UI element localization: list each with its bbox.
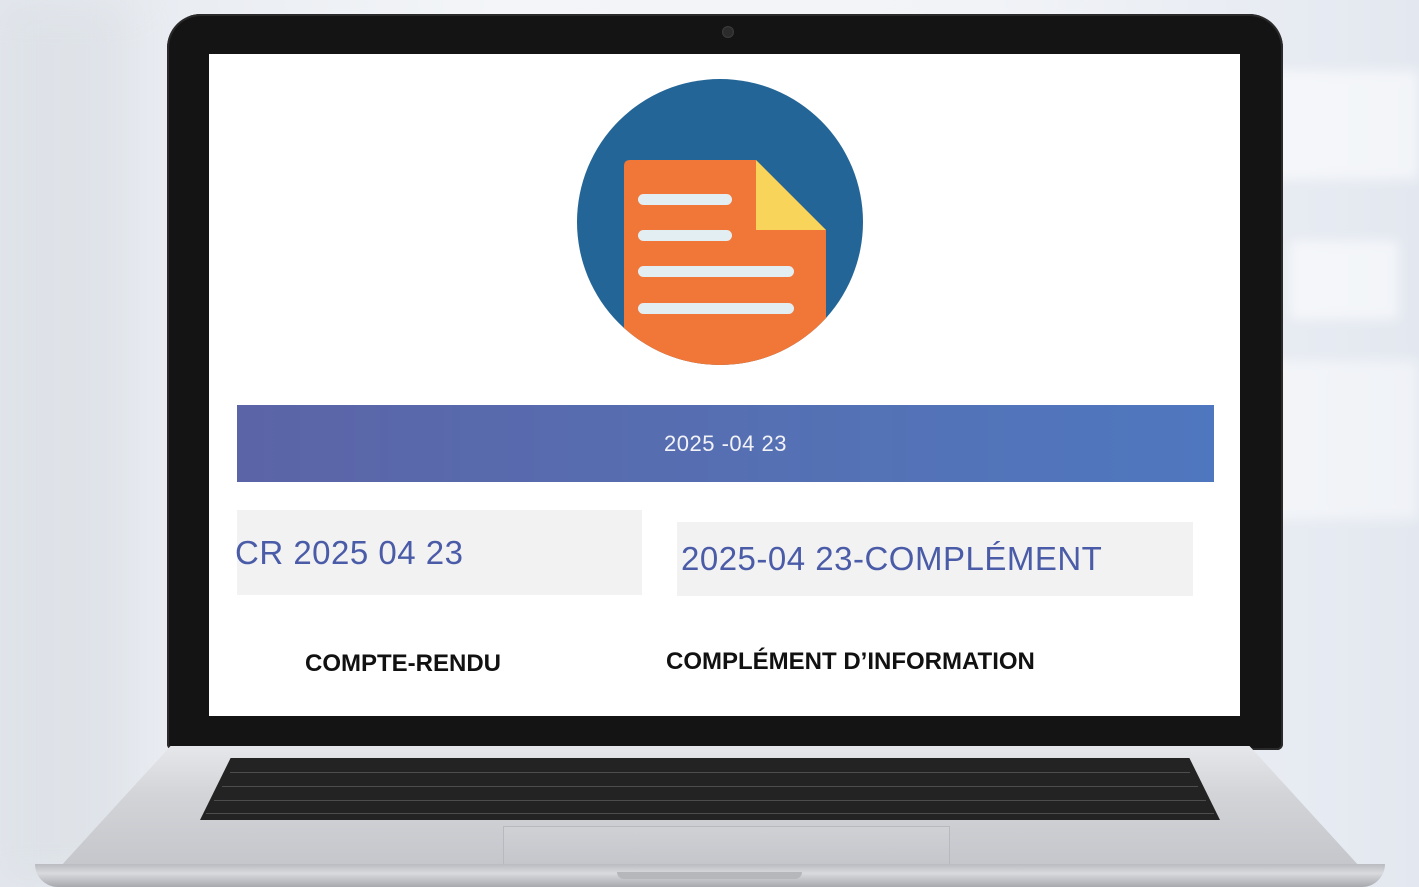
date-banner-label: 2025 -04 23 — [664, 430, 787, 456]
file-name: 2025-04 23-COMPLÉMENT — [681, 540, 1103, 577]
laptop-lid: 2025 -04 23 CR 2025 04 23 2025-04 23-COM… — [167, 14, 1283, 750]
background-blur-shape — [1269, 70, 1419, 180]
keyboard — [200, 758, 1220, 820]
document-icon — [577, 79, 863, 365]
file-name: CR 2025 04 23 — [235, 533, 464, 571]
trackpad — [503, 826, 950, 868]
file-complement[interactable]: 2025-04 23-COMPLÉMENT — [677, 522, 1193, 596]
background-blur-left — [0, 0, 130, 887]
background-blur-shape — [1269, 360, 1419, 520]
laptop-screen: 2025 -04 23 CR 2025 04 23 2025-04 23-COM… — [209, 54, 1240, 716]
file-compte-rendu[interactable]: CR 2025 04 23 — [235, 510, 642, 595]
laptop-notch — [617, 872, 802, 879]
background-blur-shape — [1289, 240, 1399, 320]
date-banner: 2025 -04 23 — [237, 405, 1214, 482]
webcam-icon — [722, 26, 734, 38]
caption-complement: COMPLÉMENT D’INFORMATION — [666, 648, 1035, 675]
caption-compte-rendu: COMPTE-RENDU — [305, 650, 501, 677]
